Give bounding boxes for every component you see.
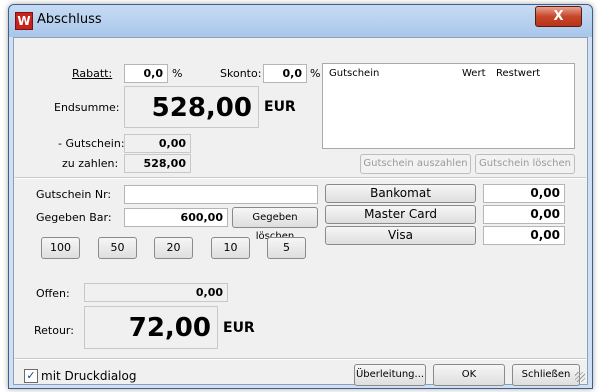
mit-druckdialog-checkbox[interactable]: ✓ <box>24 369 38 383</box>
quick-10-button[interactable]: 10 <box>211 237 250 259</box>
payment-bankomat-button[interactable]: Bankomat <box>325 184 476 203</box>
quick-50-button[interactable]: 50 <box>98 237 137 259</box>
rabatt-label: Rabatt: <box>72 67 112 80</box>
payment-visa-value[interactable]: 0,00 <box>483 226 565 245</box>
retour-value: 72,00 <box>84 306 218 349</box>
payment-visa-button[interactable]: Visa <box>325 226 476 245</box>
skonto-input[interactable]: 0,0 <box>263 64 307 83</box>
rabatt-label-text: Rabatt: <box>72 67 113 80</box>
quick-100-button[interactable]: 100 <box>41 237 80 259</box>
endsumme-label: Endsumme: <box>54 101 120 114</box>
voucher-col-gutschein[interactable]: Gutschein <box>329 64 379 84</box>
payment-mastercard-button[interactable]: Master Card <box>325 205 476 224</box>
offen-label: Offen: <box>36 287 70 300</box>
voucher-col-restwert[interactable]: Restwert <box>496 64 540 84</box>
zuzahlen-label: zu zahlen: <box>62 157 119 170</box>
resize-grip-icon[interactable] <box>575 372 585 382</box>
retour-label: Retour: <box>34 324 74 337</box>
divider-bottom-highlight <box>15 359 586 360</box>
close-button[interactable]: X <box>535 6 582 27</box>
app-icon: W <box>15 12 33 30</box>
gutschein-nr-input[interactable] <box>124 185 318 204</box>
quick-5-button[interactable]: 5 <box>267 237 306 259</box>
gutschein-loeschen-button[interactable]: Gutschein löschen <box>475 154 575 174</box>
skonto-label: Skonto: <box>220 67 262 80</box>
dialog-body: Rabatt: 0,0 % Skonto: 0,0 % Endsumme: 52… <box>13 37 588 386</box>
skonto-unit: % <box>310 67 321 80</box>
voucher-col-wert[interactable]: Wert <box>462 64 486 84</box>
voucher-table[interactable]: Gutschein Wert Restwert <box>322 63 575 149</box>
gegeben-loeschen-button[interactable]: Gegeben löschen <box>232 207 318 242</box>
gutschein-label: - Gutschein: <box>58 137 125 150</box>
ok-button[interactable]: OK <box>433 364 505 386</box>
rabatt-unit: % <box>172 67 183 80</box>
payment-bankomat-value[interactable]: 0,00 <box>483 184 565 203</box>
ueberleitung-button[interactable]: Überleitung... <box>354 364 426 386</box>
schliessen-button[interactable]: Schließen <box>512 364 580 386</box>
endsumme-currency: EUR <box>264 99 296 115</box>
gutschein-auszahlen-button[interactable]: Gutschein auszahlen <box>360 154 471 174</box>
payment-mastercard-value[interactable]: 0,00 <box>483 205 565 224</box>
offen-value: 0,00 <box>84 283 228 302</box>
zuzahlen-value: 528,00 <box>124 154 191 173</box>
window-title: Abschluss <box>37 12 102 27</box>
divider-top-highlight <box>15 178 586 179</box>
rabatt-input[interactable]: 0,0 <box>124 64 168 83</box>
dialog-window: W Abschluss X Rabatt: 0,0 % Skonto: 0,0 … <box>8 4 593 389</box>
quick-20-button[interactable]: 20 <box>154 237 193 259</box>
gegeben-bar-label: Gegeben Bar: <box>36 211 112 224</box>
mit-druckdialog-label: mit Druckdialog <box>41 369 137 383</box>
retour-currency: EUR <box>223 320 255 336</box>
gutschein-nr-label: Gutschein Nr: <box>36 188 112 201</box>
title-bar[interactable]: W Abschluss X <box>9 5 592 37</box>
gegeben-bar-input[interactable]: 600,00 <box>124 208 228 227</box>
gutschein-value: 0,00 <box>124 134 191 153</box>
endsumme-value: 528,00 <box>124 86 259 128</box>
